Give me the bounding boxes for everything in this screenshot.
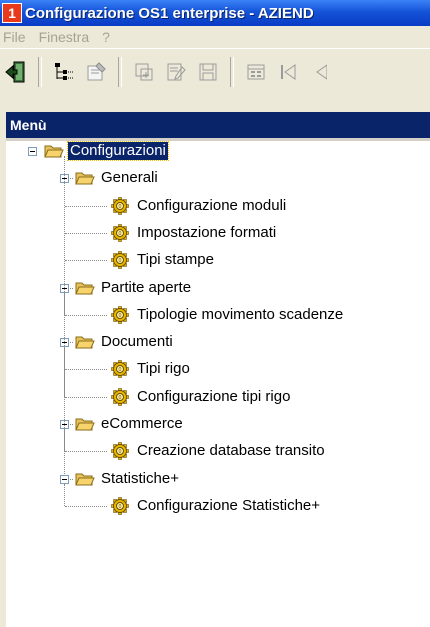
tree-line (65, 260, 107, 262)
svg-text:0: 0 (118, 367, 121, 373)
title-bar[interactable]: 1 Configurazione OS1 enterprise - AZIEND (0, 0, 430, 26)
tree-line (65, 314, 107, 316)
tree-node-label: Documenti (101, 333, 173, 351)
tree-line (65, 505, 107, 507)
tree-node-group[interactable]: Statistiche+ (75, 468, 181, 490)
tree-node-label: Tipi stampe (137, 251, 214, 269)
toolbar-spacer (0, 94, 430, 112)
gear-icon: 0 (111, 497, 129, 515)
tree-node-label: Impostazione formati (137, 223, 277, 241)
tree-node-label: Tipi rigo (137, 360, 190, 378)
menu-panel: Menù Configurazioni Generali 0 Configurazio… (6, 112, 430, 627)
tree-node-item[interactable]: 0 Tipi rigo (109, 358, 192, 380)
tree-node-label: Configurazione Statistiche+ (137, 496, 321, 514)
save-button[interactable] (195, 59, 221, 85)
tree-node-item[interactable]: 0 Creazione database transito (109, 440, 327, 462)
tree-icon (55, 63, 73, 80)
tree-line (64, 483, 65, 506)
form-icon (247, 64, 265, 80)
window-title: Configurazione OS1 enterprise - AZIEND (25, 4, 314, 22)
previous-record-icon (316, 64, 327, 80)
save-icon (199, 63, 217, 81)
folder-open-icon (75, 282, 95, 294)
first-record-button[interactable] (275, 59, 301, 85)
exit-icon (5, 61, 25, 83)
tree-node-group[interactable]: eCommerce (75, 413, 185, 435)
menu-bar: File Finestra ? (0, 26, 430, 48)
form-button[interactable] (243, 59, 269, 85)
tree-node-group[interactable]: Documenti (75, 331, 175, 353)
svg-text:0: 0 (118, 449, 121, 455)
tree-node-label: eCommerce (101, 415, 183, 432)
gear-icon: 0 (111, 387, 129, 406)
tree-line (65, 205, 107, 207)
folder-open-icon (75, 473, 95, 486)
new-record-button[interactable] (131, 59, 157, 85)
folder-open-icon (44, 145, 64, 158)
tree-node-label: Configurazioni (67, 141, 169, 161)
folder-open-icon (75, 172, 95, 185)
tree-node-item[interactable]: 0 Configurazione moduli (109, 195, 288, 217)
expand-toggle[interactable] (60, 474, 69, 484)
edit-record-icon (167, 63, 186, 81)
tree-line (65, 369, 107, 371)
tree-node-item[interactable]: 0 Configurazione tipi rigo (109, 386, 292, 408)
tree-line (65, 232, 107, 234)
tree-node-label: Configurazione tipi rigo (137, 387, 291, 405)
svg-text:0: 0 (118, 258, 121, 264)
menu-help[interactable]: ? (102, 29, 110, 45)
tree-line (64, 156, 65, 474)
svg-text:0: 0 (118, 313, 121, 319)
tree-node-label: Partite aperte (101, 278, 192, 296)
tree-node-item[interactable]: 0 Tipi stampe (109, 249, 216, 271)
app-icon[interactable]: 1 (2, 3, 22, 23)
exit-button[interactable] (3, 59, 29, 85)
tree-node-root[interactable]: Configurazioni (44, 140, 169, 162)
gear-icon: 0 (111, 224, 129, 242)
tree-line (65, 396, 107, 398)
svg-text:0: 0 (118, 395, 121, 401)
tree-node-item[interactable]: 0 Tipologie movimento scadenze (109, 304, 345, 326)
edit-record-button[interactable] (163, 59, 189, 85)
svg-text:0: 0 (118, 231, 121, 237)
folder-open-icon (75, 418, 95, 431)
properties-button[interactable] (83, 59, 109, 85)
svg-text:0: 0 (118, 504, 121, 510)
tree-node-label: Statistiche+ (101, 469, 179, 487)
tree-line (65, 451, 107, 453)
tree-node-label: Creazione database transito (137, 442, 325, 460)
tree-node-label: Generali (101, 169, 158, 187)
gear-icon: 0 (111, 360, 129, 379)
gear-icon: 0 (111, 305, 129, 324)
tree-node-label: Tipologie movimento scadenze (137, 305, 344, 323)
tree-node-label: Configurazione moduli (137, 196, 287, 214)
toolbar (0, 48, 430, 95)
first-record-icon (281, 64, 296, 80)
toolbar-separator (230, 57, 234, 87)
toolbar-separator (118, 57, 122, 87)
panel-title: Menù (6, 112, 430, 138)
tree-node-group[interactable]: Partite aperte (75, 277, 193, 299)
tree-node-item[interactable]: 0 Configurazione Statistiche+ (109, 495, 322, 517)
toolbar-separator (38, 57, 42, 87)
menu-finestra[interactable]: Finestra (39, 29, 90, 45)
folder-open-icon (75, 336, 95, 349)
gear-icon: 0 (111, 251, 129, 269)
new-record-icon (135, 63, 153, 81)
tree-node-item[interactable]: 0 Impostazione formati (109, 222, 278, 244)
expand-toggle[interactable] (28, 147, 37, 156)
previous-record-button[interactable] (307, 59, 333, 85)
svg-text:0: 0 (118, 204, 121, 210)
properties-icon (87, 62, 106, 81)
tree-button[interactable] (51, 59, 77, 85)
menu-file[interactable]: File (3, 29, 26, 45)
gear-icon: 0 (111, 442, 129, 461)
gear-icon: 0 (111, 196, 129, 215)
tree-node-group[interactable]: Generali (75, 167, 160, 189)
